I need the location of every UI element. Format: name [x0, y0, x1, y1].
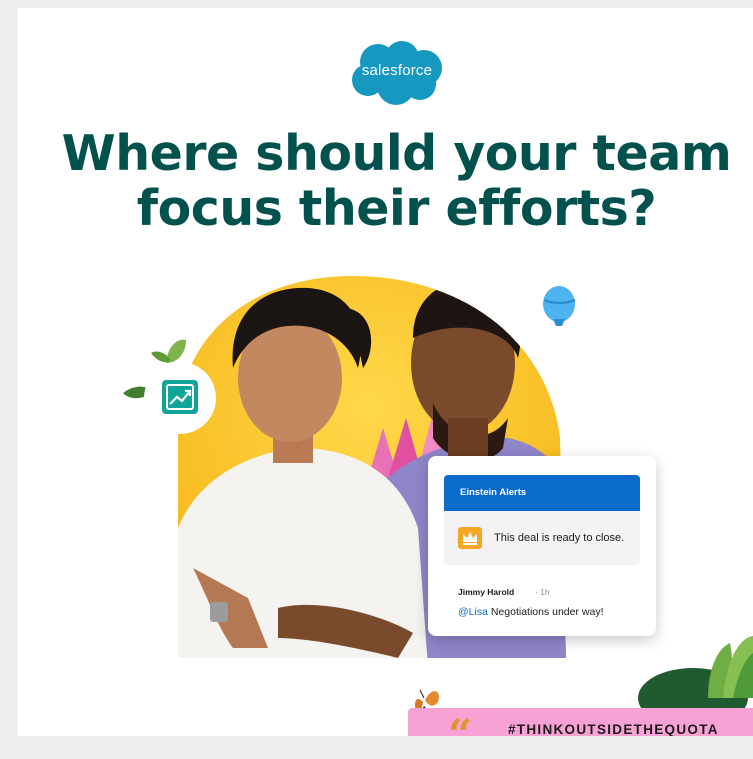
einstein-alert-card[interactable]: Einstein Alerts This deal is ready to cl…: [428, 456, 656, 636]
comment-author[interactable]: Jimmy Harold: [458, 587, 514, 597]
promo-card: salesforce Where should your team focus …: [18, 8, 753, 736]
crown-icon: [458, 527, 482, 549]
hashtag-banner: “ #THINKOUTSIDETHEQUOTA: [408, 708, 753, 736]
headline-line-1: Where should your team: [61, 125, 732, 182]
logo-wordmark: salesforce: [361, 62, 433, 79]
comment-timestamp: · 1h: [535, 587, 550, 597]
balloon-icon: [543, 286, 576, 326]
page-title: Where should your team focus their effor…: [18, 126, 753, 236]
comment-text: @Lisa Negotiations under way!: [458, 606, 604, 618]
salesforce-logo[interactable]: salesforce: [348, 40, 446, 106]
mention-link[interactable]: @Lisa: [458, 606, 488, 618]
quote-icon: “: [448, 710, 473, 737]
alert-body[interactable]: This deal is ready to close.: [444, 511, 640, 565]
alert-title: Einstein Alerts: [460, 487, 527, 498]
alert-message: This deal is ready to close.: [494, 532, 625, 544]
alert-header: Einstein Alerts: [444, 475, 640, 511]
chart-growth-icon: [144, 362, 216, 434]
comment-body: Negotiations under way!: [487, 606, 604, 618]
headline-line-2: focus their efforts?: [136, 180, 657, 237]
hashtag-text[interactable]: #THINKOUTSIDETHEQUOTA: [508, 722, 719, 736]
